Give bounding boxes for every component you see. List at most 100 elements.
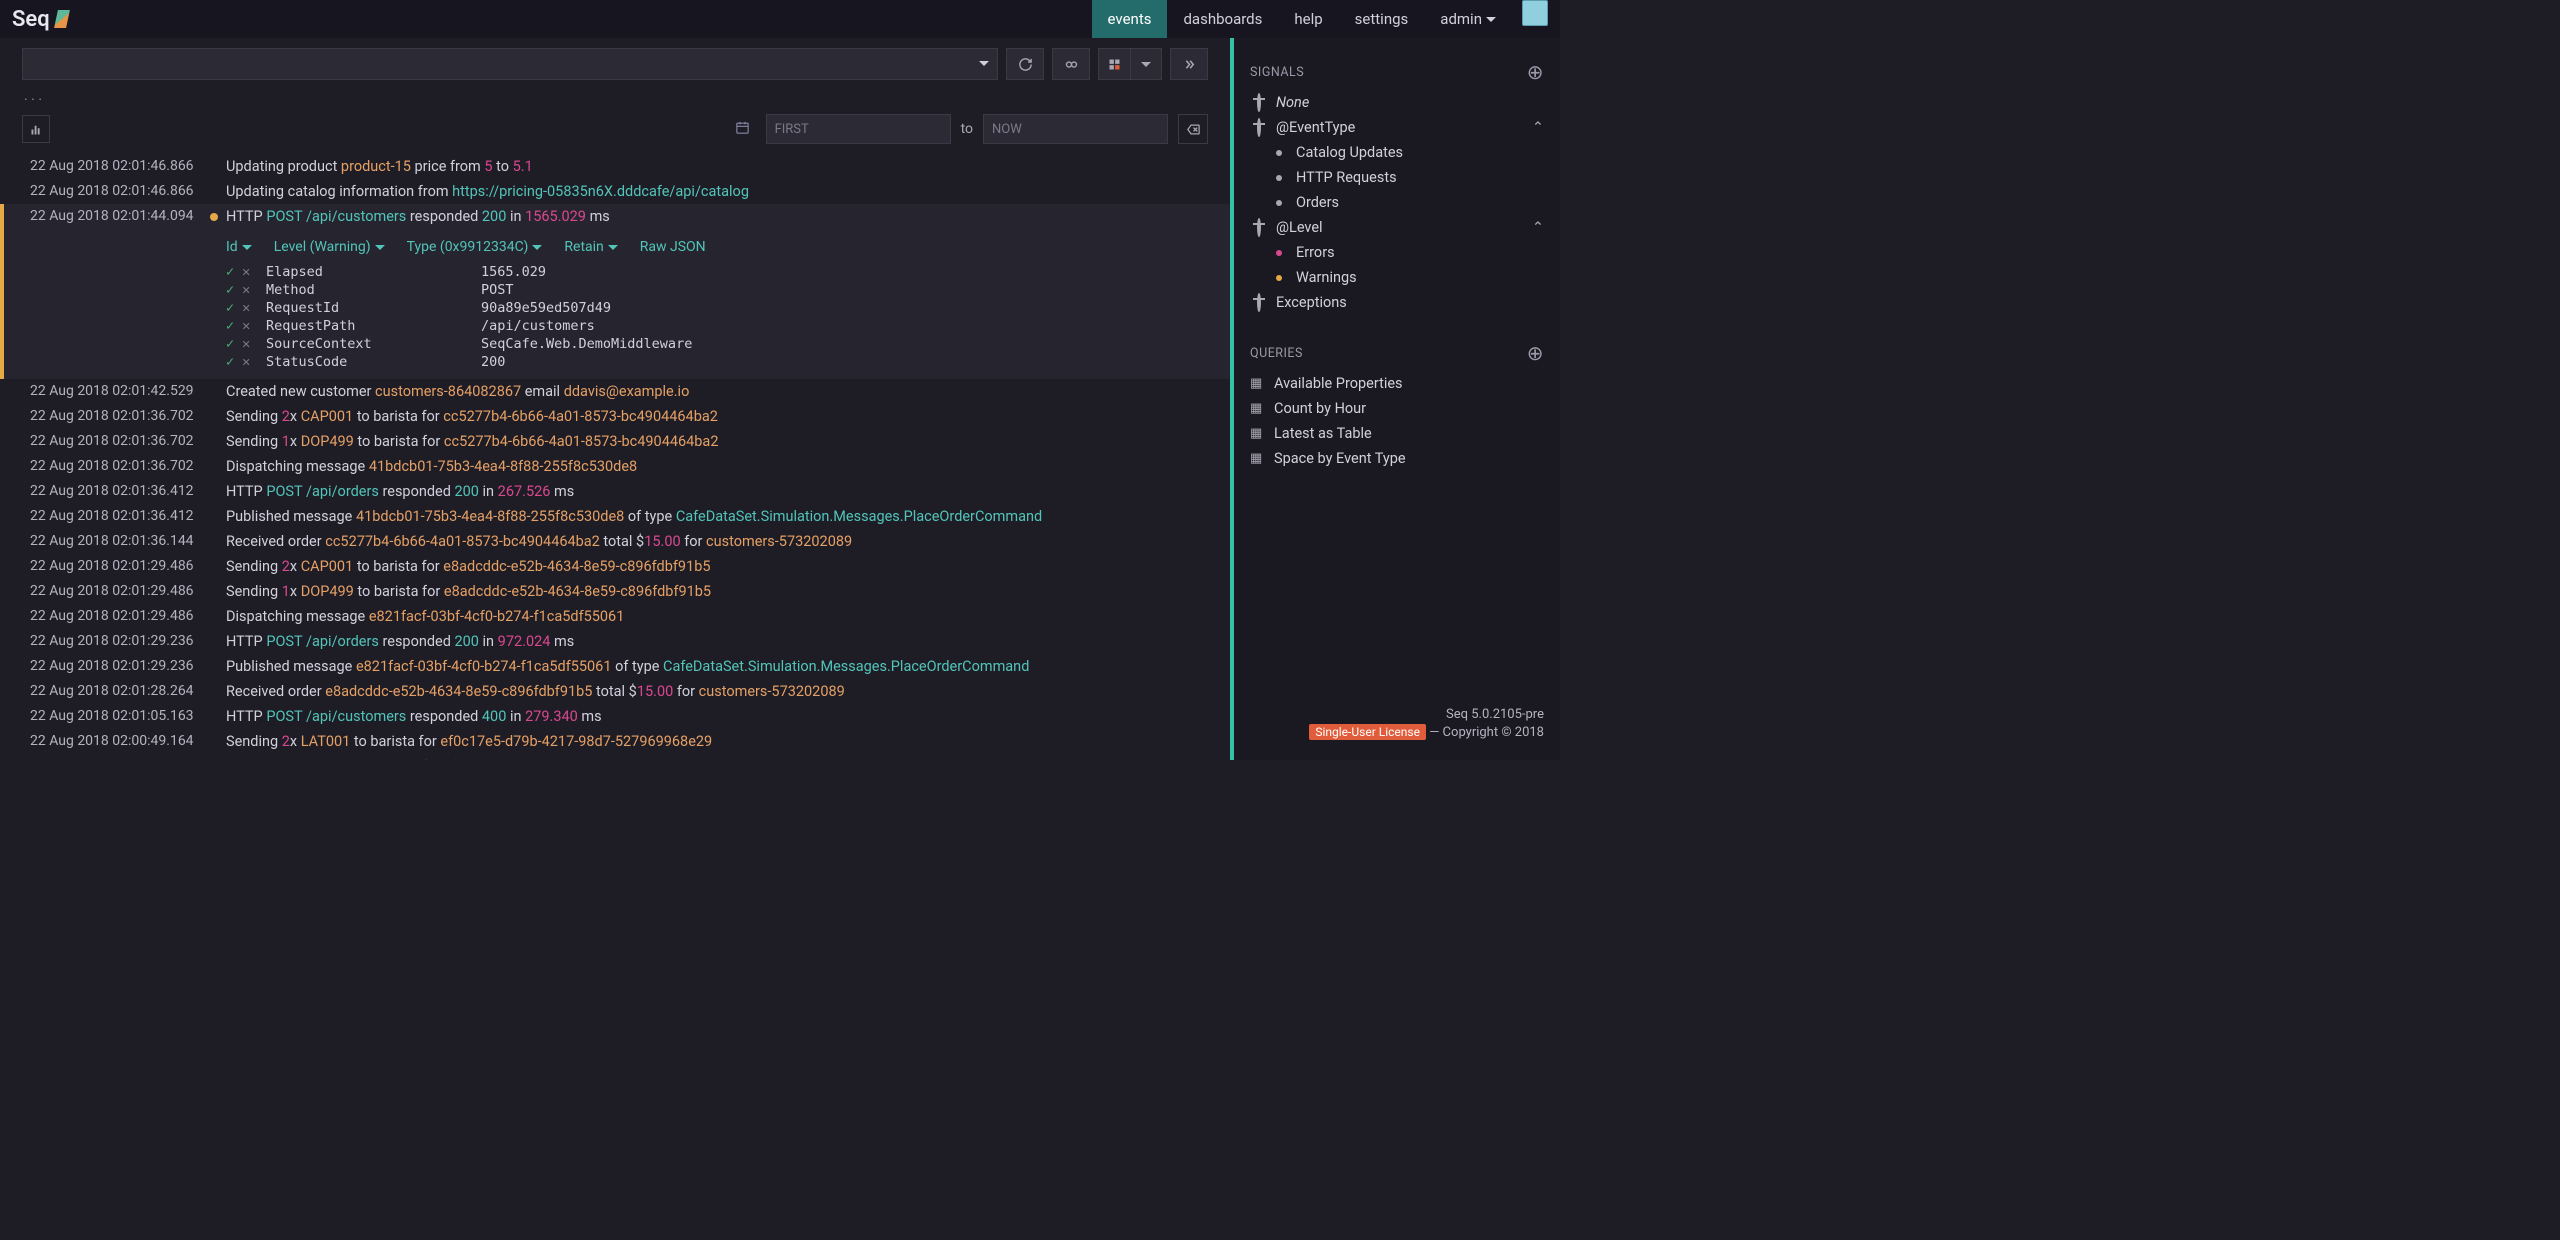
time-to-input[interactable]: NOW	[983, 114, 1168, 144]
event-message: Dispatching message e821facf-03bf-4cf0-b…	[226, 606, 1230, 627]
query-item[interactable]: ▦Count by Hour	[1250, 396, 1544, 421]
signal-item[interactable]: Catalog Updates	[1250, 140, 1544, 165]
event-timestamp: 22 Aug 2018 02:01:29.486	[30, 556, 210, 577]
event-row[interactable]: 22 Aug 2018 02:01:36.702Sending 2x CAP00…	[0, 404, 1230, 429]
check-icon[interactable]: ✓	[226, 264, 234, 280]
event-expanded: Id Level (Warning) Type (0x9912334C) Ret…	[0, 229, 1230, 379]
x-icon[interactable]: ✕	[242, 318, 250, 334]
nav-help[interactable]: help	[1278, 0, 1338, 38]
event-row[interactable]: 22 Aug 2018 02:01:44.094HTTP POST /api/c…	[0, 204, 1230, 229]
event-message: HTTP POST /api/orders responded 200 in 9…	[226, 631, 1230, 652]
avatar[interactable]	[1522, 0, 1548, 26]
event-timestamp: 22 Aug 2018 02:01:36.144	[30, 531, 210, 552]
event-message: Sending 1x DOP499 to barista for e8adcdd…	[226, 581, 1230, 602]
time-from-input[interactable]: FIRST	[766, 114, 951, 144]
event-row[interactable]: 22 Aug 2018 02:01:29.486Dispatching mess…	[0, 604, 1230, 629]
histogram-button[interactable]	[22, 115, 50, 143]
signal-item[interactable]: Orders	[1250, 190, 1544, 215]
level-button[interactable]: Level (Warning)	[274, 239, 385, 255]
signal-item[interactable]: HTTP Requests	[1250, 165, 1544, 190]
view-menu-button[interactable]	[1130, 48, 1162, 80]
bullet-icon	[1276, 275, 1282, 281]
nav-events[interactable]: events	[1092, 0, 1168, 38]
event-row[interactable]: 22 Aug 2018 02:01:36.702Sending 1x DOP49…	[0, 429, 1230, 454]
event-timestamp: 22 Aug 2018 02:01:05.163	[30, 706, 210, 727]
chevron-down-icon	[1486, 10, 1496, 28]
chevron-down-icon[interactable]	[979, 56, 989, 72]
property-value: 90a89e59ed507d49	[481, 300, 611, 316]
view-grid-button[interactable]	[1098, 48, 1130, 80]
event-row[interactable]: 22 Aug 2018 02:01:28.264Received order e…	[0, 679, 1230, 704]
clear-time-button[interactable]	[1178, 114, 1208, 144]
event-row[interactable]: 22 Aug 2018 02:01:29.236Published messag…	[0, 654, 1230, 679]
refresh-button[interactable]	[1006, 48, 1044, 80]
event-row[interactable]: 22 Aug 2018 02:01:46.866Updating product…	[0, 154, 1230, 179]
event-row[interactable]: 22 Aug 2018 02:01:36.412Published messag…	[0, 504, 1230, 529]
check-icon[interactable]: ✓	[226, 318, 234, 334]
event-row[interactable]: 22 Aug 2018 02:01:36.412HTTP POST /api/o…	[0, 479, 1230, 504]
signal-level-group[interactable]: @Level ⌃	[1250, 215, 1544, 240]
event-row[interactable]: 22 Aug 2018 02:01:29.486 Sending 2x CAP00…	[0, 554, 1230, 579]
retain-button[interactable]: Retain	[564, 239, 617, 255]
signal-icon	[1250, 295, 1268, 310]
chevron-up-icon[interactable]: ⌃	[1532, 219, 1544, 236]
signal-none[interactable]: None	[1250, 90, 1544, 115]
event-timestamp: 22 Aug 2018 02:01:36.702	[30, 406, 210, 427]
property-value: 1565.029	[481, 264, 546, 280]
search-input[interactable]	[22, 48, 998, 80]
check-icon[interactable]: ✓	[226, 354, 234, 370]
property-value: POST	[481, 282, 514, 298]
event-row[interactable]: 22 Aug 2018 02:01:36.702Dispatching mess…	[0, 454, 1230, 479]
x-icon[interactable]: ✕	[242, 264, 250, 280]
nav-dashboards[interactable]: dashboards	[1167, 0, 1278, 38]
more-button[interactable]	[1170, 48, 1208, 80]
event-message: Sending 2x CAP001 to barista for e8adcdd…	[226, 556, 1230, 577]
id-button[interactable]: Id	[226, 239, 252, 255]
query-item[interactable]: ▦Available Properties	[1250, 371, 1544, 396]
x-icon[interactable]: ✕	[242, 354, 250, 370]
signal-exceptions[interactable]: Exceptions	[1250, 290, 1544, 315]
x-icon[interactable]: ✕	[242, 300, 250, 316]
event-row[interactable]: 22 Aug 2018 02:01:29.486Sending 1x DOP49…	[0, 579, 1230, 604]
event-row[interactable]: 22 Aug 2018 02:01:46.866Updating catalog…	[0, 179, 1230, 204]
add-query-button[interactable]: ⊕	[1527, 341, 1544, 365]
copyright-text: — Copyright © 2018	[1429, 725, 1544, 740]
events-list[interactable]: 22 Aug 2018 02:01:46.866Updating product…	[0, 154, 1230, 760]
event-row[interactable]: 22 Aug 2018 02:01:29.236HTTP POST /api/o…	[0, 629, 1230, 654]
query-icon: ▦	[1250, 426, 1264, 441]
x-icon[interactable]: ✕	[242, 282, 250, 298]
tail-button[interactable]	[1052, 48, 1090, 80]
event-row[interactable]: 22 Aug 2018 02:00:49.164 Sending 2x LAT00…	[0, 729, 1230, 754]
event-message: HTTP POST /api/customers responded 200 i…	[226, 206, 1230, 227]
nav-admin[interactable]: admin	[1424, 0, 1512, 38]
chevron-up-icon[interactable]: ⌃	[1532, 119, 1544, 136]
signal-eventtype-group[interactable]: @EventType ⌃	[1250, 115, 1544, 140]
event-message: Updating catalog information from https:…	[226, 181, 1230, 202]
check-icon[interactable]: ✓	[226, 282, 234, 298]
check-icon[interactable]: ✓	[226, 336, 234, 352]
check-icon[interactable]: ✓	[226, 300, 234, 316]
event-timestamp: 22 Aug 2018 02:00:49.164	[30, 731, 210, 752]
event-timestamp: 22 Aug 2018 02:01:42.529	[30, 381, 210, 402]
event-row[interactable]: 22 Aug 2018 02:01:42.529Created new cust…	[0, 379, 1230, 404]
calendar-icon[interactable]	[735, 120, 750, 139]
event-row[interactable]: 22 Aug 2018 02:01:05.163HTTP POST /api/c…	[0, 704, 1230, 729]
query-item[interactable]: ▦Space by Event Type	[1250, 446, 1544, 471]
chevron-down-icon	[1141, 55, 1151, 73]
add-signal-button[interactable]: ⊕	[1527, 60, 1544, 84]
x-icon[interactable]: ✕	[242, 336, 250, 352]
query-icon: ▦	[1250, 401, 1264, 416]
signal-item[interactable]: Warnings	[1250, 265, 1544, 290]
type-button[interactable]: Type (0x9912334C)	[407, 239, 543, 255]
event-message: Sending 2x LAT001 to barista for ef0c17e…	[226, 731, 1230, 752]
event-timestamp: 22 Aug 2018 02:01:36.702	[30, 431, 210, 452]
nav-settings[interactable]: settings	[1339, 0, 1425, 38]
raw-json-button[interactable]: Raw JSON	[640, 239, 706, 255]
property-row: ✓✕RequestPath/api/customers	[226, 317, 1204, 335]
queries-heading: QUERIES	[1250, 346, 1303, 361]
event-row[interactable]: 22 Aug 2018 02:00:49.164Sending 1x DOP49…	[0, 754, 1230, 760]
event-row[interactable]: 22 Aug 2018 02:01:36.144Received order c…	[0, 529, 1230, 554]
signal-item[interactable]: Errors	[1250, 240, 1544, 265]
footer: Seq 5.0.2105-pre Single-User License — C…	[1234, 699, 1560, 748]
query-item[interactable]: ▦Latest as Table	[1250, 421, 1544, 446]
